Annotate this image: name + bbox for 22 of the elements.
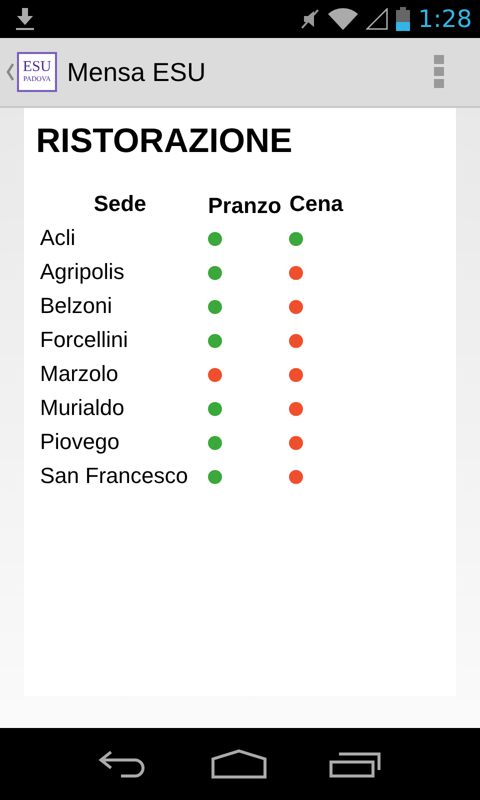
location-name: Piovego	[39, 428, 121, 456]
muted-icon	[300, 8, 320, 30]
battery-icon	[396, 7, 410, 31]
back-chevron-icon[interactable]	[6, 63, 14, 81]
section-heading: RISTORAZIONE	[36, 122, 294, 161]
signal-icon	[366, 8, 388, 30]
wifi-icon	[328, 8, 358, 30]
location-name: San Francesco	[39, 462, 189, 490]
recent-apps-icon[interactable]	[329, 750, 381, 778]
status-time: 1:28	[418, 5, 472, 33]
download-icon	[16, 8, 34, 30]
column-header: Sede	[92, 191, 148, 218]
location-name: Belzoni	[39, 292, 114, 320]
location-name: Acli	[39, 224, 76, 252]
location-name: Murialdo	[39, 394, 126, 422]
home-icon[interactable]	[211, 749, 267, 779]
location-name: Marzolo	[39, 360, 120, 388]
column-header: Cena	[288, 191, 344, 218]
app-title: Mensa ESU	[67, 56, 206, 88]
location-name: Agripolis	[39, 258, 126, 286]
column-header: Pranzo	[207, 192, 282, 220]
location-name: Forcellini	[39, 326, 130, 354]
